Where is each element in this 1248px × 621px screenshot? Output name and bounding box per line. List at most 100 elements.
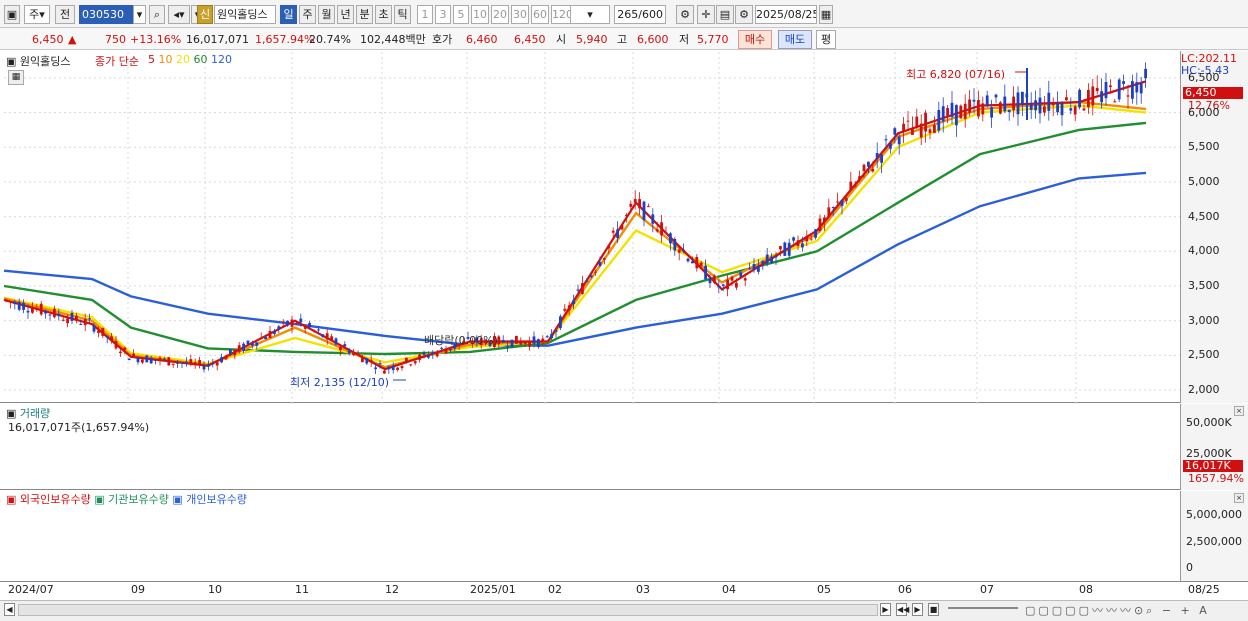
drawing-tools[interactable]: ▢▢▢▢▢〰〰〰⊙⌕ − + A bbox=[1025, 602, 1210, 618]
x-tick-9: 05 bbox=[817, 583, 831, 596]
scroll-left-icon[interactable]: ◀ bbox=[4, 603, 15, 616]
candle-body bbox=[739, 272, 743, 277]
grid-toggle-icon[interactable]: ▦ bbox=[8, 70, 24, 85]
candle-body bbox=[721, 284, 725, 286]
price-tick-7: 3,000 bbox=[1188, 313, 1220, 327]
candle-body bbox=[435, 352, 439, 357]
ma-line-10 bbox=[3, 100, 1147, 369]
candle-body bbox=[57, 313, 61, 317]
candle-body bbox=[242, 343, 245, 351]
candle-body bbox=[611, 230, 615, 233]
candle-body bbox=[387, 366, 391, 370]
candle-body bbox=[796, 240, 800, 246]
candle-body bbox=[259, 337, 263, 339]
candle-body bbox=[413, 361, 417, 364]
candle-body bbox=[334, 338, 338, 345]
candle-body bbox=[779, 246, 782, 250]
candle-body bbox=[519, 340, 523, 345]
holding-close-icon[interactable]: × bbox=[1234, 493, 1244, 503]
candle-body bbox=[132, 353, 135, 357]
ma-line-60 bbox=[3, 121, 1147, 356]
scroll-right-icon[interactable]: ▶ bbox=[880, 603, 891, 616]
candle-body bbox=[897, 136, 901, 145]
candle-body bbox=[985, 95, 989, 107]
candle-body bbox=[990, 107, 993, 118]
candle-body bbox=[963, 103, 967, 119]
candle-body bbox=[629, 203, 633, 207]
candle-body bbox=[554, 330, 558, 332]
play-icon[interactable]: ▶ bbox=[912, 603, 923, 616]
candle-body bbox=[823, 217, 826, 223]
price-tick-3: 5,000 bbox=[1188, 174, 1220, 188]
volume-close-icon[interactable]: × bbox=[1234, 406, 1244, 416]
candle-body bbox=[559, 316, 562, 329]
candle-body bbox=[189, 359, 193, 365]
candle-body bbox=[9, 301, 12, 303]
candle-body bbox=[730, 276, 734, 281]
stop-icon[interactable]: ■ bbox=[928, 603, 939, 616]
ma-legend-10: 10 bbox=[158, 53, 176, 66]
ma-legend-5: 5 bbox=[148, 53, 159, 66]
candle-body bbox=[1135, 82, 1139, 93]
candle-body bbox=[616, 229, 619, 239]
rewind-icon[interactable]: ◀◀ bbox=[896, 603, 909, 616]
candle-body bbox=[946, 108, 949, 116]
candle-body bbox=[365, 358, 369, 364]
candle-body bbox=[1082, 108, 1086, 111]
candle-body bbox=[1016, 92, 1020, 115]
x-tick-2: 10 bbox=[208, 583, 222, 596]
scrollbar-track[interactable] bbox=[18, 604, 878, 616]
candle-body bbox=[941, 106, 945, 122]
x-tick-7: 03 bbox=[636, 583, 650, 596]
ma-legend: 5 10 20 60 120 bbox=[148, 53, 232, 66]
x-tick-10: 06 bbox=[898, 583, 912, 596]
x-tick-3: 11 bbox=[295, 583, 309, 596]
candle-body bbox=[83, 318, 87, 326]
volume-current-pct: 1657.94% bbox=[1188, 472, 1244, 485]
candle-body bbox=[75, 315, 78, 321]
x-tick-6: 02 bbox=[548, 583, 562, 596]
candle-body bbox=[950, 102, 954, 117]
candle-body bbox=[163, 358, 166, 360]
candle-body bbox=[809, 238, 813, 240]
candle-body bbox=[1060, 103, 1064, 116]
candle-body bbox=[1034, 100, 1037, 111]
candle-body bbox=[1104, 82, 1108, 99]
ma-line-120 bbox=[3, 171, 1147, 347]
candle-body bbox=[919, 123, 923, 138]
candle-body bbox=[176, 362, 179, 364]
candle-body bbox=[1073, 106, 1077, 115]
candle-body bbox=[361, 357, 364, 363]
candle-body bbox=[105, 335, 109, 338]
candle-body bbox=[97, 330, 100, 333]
candle-body bbox=[708, 278, 712, 284]
candle-body bbox=[409, 364, 413, 366]
candle-body bbox=[92, 325, 96, 332]
candle-body bbox=[664, 232, 668, 234]
candle-body bbox=[955, 104, 958, 126]
candle-body bbox=[862, 164, 866, 172]
candle-body bbox=[875, 153, 879, 159]
candle-body bbox=[79, 323, 83, 325]
candle-body bbox=[603, 258, 606, 260]
candle-body bbox=[273, 330, 276, 334]
candle-body bbox=[735, 282, 738, 288]
zoom-slider[interactable] bbox=[948, 607, 1018, 613]
candle-body bbox=[818, 218, 822, 232]
candle-body bbox=[431, 352, 435, 355]
candle-body bbox=[880, 154, 883, 163]
candle-body bbox=[853, 183, 857, 187]
candle-body bbox=[449, 349, 452, 351]
candle-body bbox=[567, 305, 571, 311]
volume-current-tag: 16,017K bbox=[1183, 460, 1243, 472]
candle-body bbox=[277, 326, 281, 330]
candle-body bbox=[550, 333, 553, 339]
candle-body bbox=[845, 198, 848, 201]
candle-body bbox=[1012, 96, 1015, 111]
dividend-note: 배당락(0.00%) bbox=[424, 334, 498, 347]
candle-body bbox=[347, 350, 351, 354]
candle-body bbox=[229, 349, 232, 355]
candle-body bbox=[787, 242, 791, 256]
candle-body bbox=[1113, 101, 1117, 103]
candle-body bbox=[444, 349, 448, 354]
